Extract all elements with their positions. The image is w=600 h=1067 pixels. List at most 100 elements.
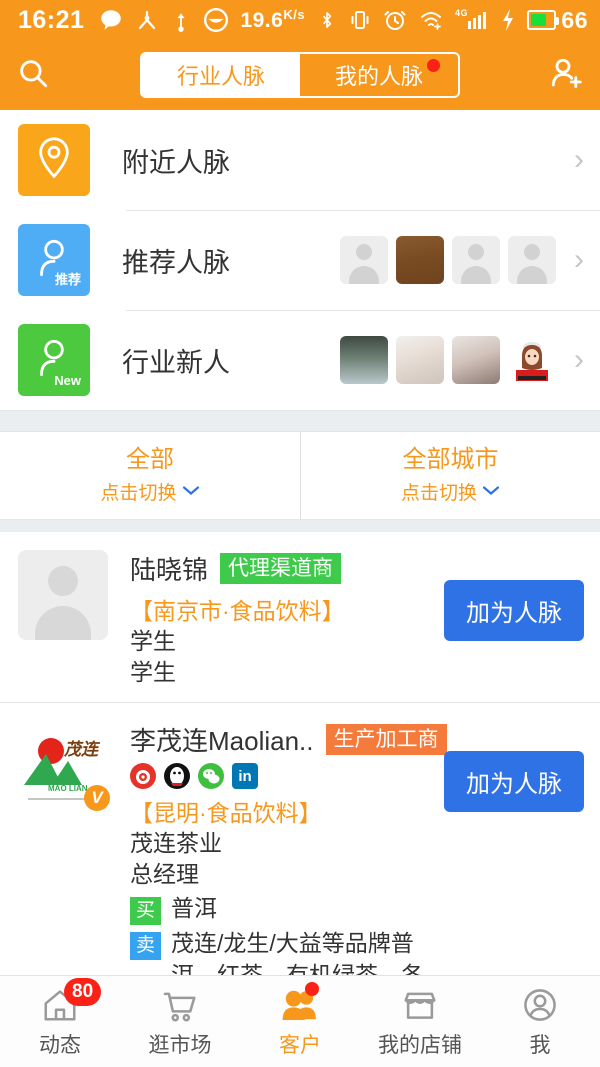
filter-bar: 全部 点击切换 全部城市 点击切换 xyxy=(0,432,600,520)
filter-city-hint-label: 点击切换 xyxy=(400,482,477,504)
tab-my-shop[interactable]: 我的店铺 xyxy=(360,976,480,1067)
avatar[interactable] xyxy=(340,236,388,284)
avatar[interactable] xyxy=(340,336,388,384)
quick-nav-recommended[interactable]: 推荐 推荐人脉 › xyxy=(0,210,600,310)
contact-list: 陆晓锦 代理渠道商 【南京市·食品饮料】 学生 学生 加为人脉 茂连 MAO L… xyxy=(0,532,600,1010)
contact-company: 学生 xyxy=(130,628,176,654)
contact-name: 陆晓锦 xyxy=(130,555,209,585)
qq-icon[interactable] xyxy=(164,763,190,790)
newcomers-tile-sublabel: New xyxy=(54,373,81,388)
filter-category[interactable]: 全部 点击切换 xyxy=(0,432,300,519)
tab-my-shop-label: 我的店铺 xyxy=(378,1034,462,1057)
message-icon xyxy=(98,7,124,33)
contact-info: 李茂连Maolian.. 生产加工商 in 【昆明·食品饮料】 茂连茶业 总经理… xyxy=(130,721,447,1010)
search-button[interactable] xyxy=(16,56,72,95)
contact-role-badge: 生产加工商 xyxy=(325,723,447,756)
avatar[interactable] xyxy=(452,336,500,384)
contact-title: 学生 xyxy=(130,659,176,686)
chevron-down-icon xyxy=(182,481,200,501)
filter-city-value: 全部城市 xyxy=(402,446,499,474)
newcomers-tile-icon: New xyxy=(18,324,90,396)
contact-title: 总经理 xyxy=(130,861,199,888)
wechat-icon[interactable] xyxy=(198,763,224,790)
linkedin-icon[interactable]: in xyxy=(232,763,258,790)
profile-icon xyxy=(520,984,560,1026)
contact-location: 【南京市·食品饮料】 xyxy=(130,598,345,624)
avatar[interactable] xyxy=(18,550,108,640)
contact-avatar-wrap[interactable]: 茂连 MAO LIAN V xyxy=(18,721,110,812)
newcomers-avatar-strip[interactable] xyxy=(340,336,556,384)
tab-my-contacts-badge-dot xyxy=(427,59,440,72)
quick-nav-list: 附近人脉 › 推荐 推荐人脉 › New 行业新人 › xyxy=(0,110,600,410)
avatar[interactable] xyxy=(452,236,500,284)
app-screen: 16:21 19.6K/s 4G 66 行业人脉 我的人脉 附近人脉 › 推荐 … xyxy=(0,0,600,1067)
tab-profile-label: 我 xyxy=(529,1034,551,1057)
contact-action-wrap: 加为人脉 xyxy=(444,721,584,1010)
contact-info: 陆晓锦 代理渠道商 【南京市·食品饮料】 学生 学生 xyxy=(130,550,434,688)
list-top-divider xyxy=(0,520,600,532)
avatar[interactable] xyxy=(508,336,556,384)
alarm-icon xyxy=(383,8,407,32)
add-contact-button[interactable]: 加为人脉 xyxy=(444,580,584,641)
cart-icon xyxy=(160,984,200,1026)
signal-4g-icon: 4G xyxy=(455,7,489,33)
search-icon xyxy=(16,56,50,95)
quick-nav-newcomers-label: 行业新人 xyxy=(122,347,230,378)
contact-role-badge: 代理渠道商 xyxy=(220,552,342,585)
tab-market[interactable]: 逛市场 xyxy=(120,976,240,1067)
network-speed: 19.6K/s xyxy=(240,7,305,33)
filter-category-hint: 点击切换 xyxy=(100,478,199,505)
contact-name-row: 陆晓锦 代理渠道商 xyxy=(130,550,434,587)
shop-icon xyxy=(399,984,441,1026)
charging-icon xyxy=(500,8,516,32)
status-time: 16:21 xyxy=(18,5,85,34)
svg-text:MAO LIAN: MAO LIAN xyxy=(48,784,88,793)
contact-card[interactable]: 陆晓锦 代理渠道商 【南京市·食品饮料】 学生 学生 加为人脉 xyxy=(0,532,600,704)
recommended-avatar-strip[interactable] xyxy=(340,236,556,284)
chevron-right-icon: › xyxy=(574,243,584,276)
tab-industry-contacts[interactable]: 行业人脉 xyxy=(142,54,300,96)
bluetooth-icon xyxy=(317,8,337,32)
dynamic-badge-count: 80 xyxy=(64,978,102,1006)
add-contact-button[interactable]: 加为人脉 xyxy=(444,751,584,813)
filter-city-hint: 点击切换 xyxy=(401,478,500,505)
quick-nav-nearby[interactable]: 附近人脉 › xyxy=(0,110,600,210)
tab-dynamic[interactable]: 80 动态 xyxy=(0,976,120,1067)
app-header: 行业人脉 我的人脉 xyxy=(0,40,600,110)
contact-social-links: in xyxy=(130,763,434,790)
verified-badge: V xyxy=(84,785,110,812)
tab-profile[interactable]: 我 xyxy=(480,976,600,1067)
quick-nav-newcomers[interactable]: New 行业新人 › xyxy=(0,310,600,410)
chevron-down-icon xyxy=(482,481,500,501)
tab-customers-label: 客户 xyxy=(279,1034,321,1057)
filter-city[interactable]: 全部城市 点击切换 xyxy=(300,432,600,519)
contact-location: 【昆明·食品饮料】 xyxy=(130,800,322,827)
section-divider xyxy=(0,410,600,432)
customers-icon xyxy=(279,982,321,1026)
nearby-tile-icon xyxy=(18,124,90,196)
avatar[interactable] xyxy=(396,236,444,284)
weibo-icon[interactable] xyxy=(130,763,156,790)
status-bar: 16:21 19.6K/s 4G 66 xyxy=(0,0,600,40)
contact-card[interactable]: 茂连 MAO LIAN V 李茂连Maolian.. 生产加工商 in 【昆明·… xyxy=(0,703,600,1010)
tab-my-contacts[interactable]: 我的人脉 xyxy=(300,54,458,96)
home-icon: 80 xyxy=(40,978,102,1026)
tab-customers[interactable]: 客户 xyxy=(240,976,360,1067)
battery-level: 66 xyxy=(561,6,588,33)
avatar[interactable] xyxy=(396,336,444,384)
battery-icon xyxy=(527,10,560,30)
android-debug-icon xyxy=(135,8,159,32)
chevron-right-icon: › xyxy=(574,143,584,176)
add-contact-button[interactable] xyxy=(528,55,584,96)
contact-avatar-wrap[interactable] xyxy=(18,550,108,640)
filter-category-value: 全部 xyxy=(126,446,174,474)
network-speed-value: 19.6 xyxy=(240,9,284,32)
contact-company: 茂连茶业 xyxy=(130,830,222,857)
buy-tag-text: 普洱 xyxy=(171,895,218,922)
svg-text:4G: 4G xyxy=(455,8,468,18)
customers-badge-dot xyxy=(305,982,319,996)
contacts-tab-switcher[interactable]: 行业人脉 我的人脉 xyxy=(140,52,460,98)
quick-nav-recommended-label: 推荐人脉 xyxy=(122,247,230,278)
avatar[interactable] xyxy=(508,236,556,284)
bottom-tab-bar: 80 动态 逛市场 客户 我的店铺 我 xyxy=(0,975,600,1067)
